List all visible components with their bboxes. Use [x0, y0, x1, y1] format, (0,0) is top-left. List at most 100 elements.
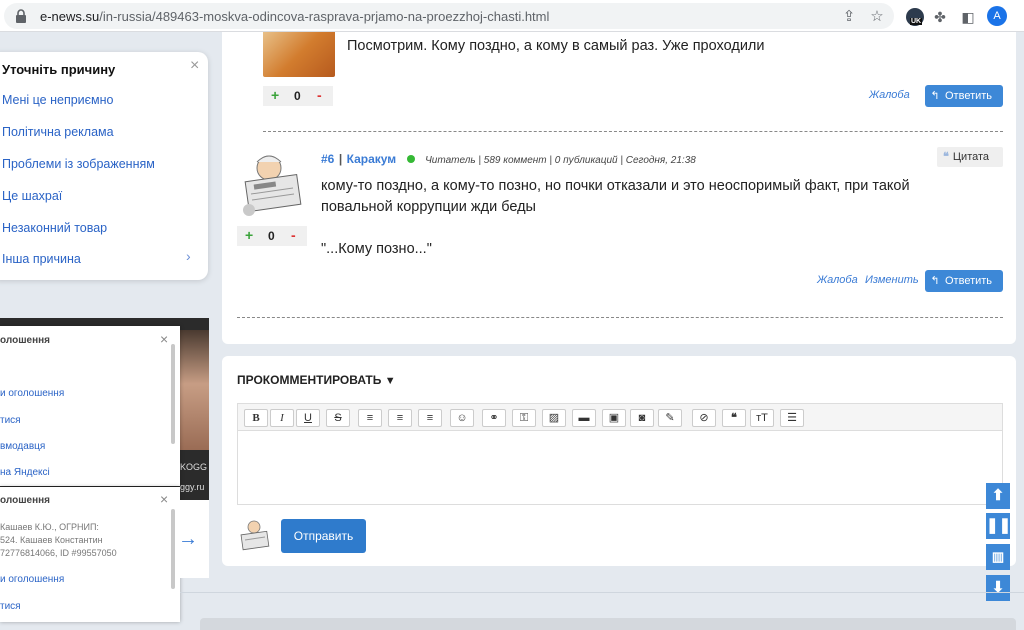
send-button[interactable]: Отправить [281, 519, 366, 553]
ad-legal-line: Кашаев К.Ю., ОГРНИП: [0, 522, 99, 532]
side-panel-icon[interactable]: ◧ [958, 7, 978, 27]
emoji-icon[interactable]: ☺ [450, 409, 474, 427]
extension-badge: UK [910, 18, 923, 25]
profile-avatar[interactable]: A [987, 6, 1007, 26]
share-icon[interactable]: ⇪ [840, 8, 858, 26]
comment-textarea[interactable] [237, 431, 1003, 505]
ad-photo [178, 330, 209, 450]
lock-icon[interactable] [14, 8, 28, 24]
align-left-icon[interactable]: ≡ [358, 409, 382, 427]
user-avatar [237, 148, 307, 218]
close-icon[interactable]: × [160, 491, 168, 507]
reason-scam[interactable]: Це шахраї [2, 189, 62, 203]
reason-political-ad[interactable]: Політична реклама [2, 125, 114, 139]
ad-link[interactable]: на Яндексі [0, 467, 50, 478]
text-size-icon[interactable]: ᴛT [750, 409, 774, 427]
ad-link[interactable]: и оголошення [0, 574, 64, 585]
strikethrough-icon[interactable]: S [326, 409, 350, 427]
online-status-dot [406, 154, 415, 163]
quote-icon: ❝ [943, 150, 949, 163]
quote-icon[interactable]: ❝ [722, 409, 746, 427]
page-divider [180, 592, 1024, 593]
reason-illegal-goods[interactable]: Незаконний товар [2, 221, 107, 235]
brush-icon[interactable]: ✎ [658, 409, 682, 427]
scroll-up-icon[interactable]: ⬆ [986, 483, 1010, 509]
browser-toolbar: e-news.su/in-russia/489463-moskva-odinco… [0, 0, 1024, 32]
complaint-link[interactable]: Жалоба [817, 274, 858, 286]
comment-quote-text: "...Кому позно..." [321, 241, 432, 257]
reply-icon: ↰ [930, 275, 940, 287]
url-path: /in-russia/489463-moskva-odincova-raspra… [99, 9, 550, 24]
ad-link[interactable]: тися [0, 601, 21, 612]
rate-plus-button[interactable]: + [245, 227, 253, 243]
next-section-card [200, 618, 1016, 630]
rating-widget: + 0 - [237, 226, 307, 246]
underline-icon[interactable]: U [296, 409, 320, 427]
reply-button[interactable]: ↰ Ответить [925, 85, 1003, 107]
chevron-down-icon: ▼ [384, 375, 396, 387]
complaint-link[interactable]: Жалоба [869, 89, 910, 101]
ad-legal-line: 72776814066, ID #99557050 [0, 548, 117, 558]
reason-other[interactable]: Інша причина [2, 252, 81, 266]
author-link[interactable]: Каракум [347, 152, 397, 166]
reason-unpleasant[interactable]: Мені це неприємно [2, 93, 114, 107]
comment-text-line: повальной коррупции жди беды [321, 199, 536, 215]
close-icon[interactable]: × [190, 57, 199, 75]
quote-button[interactable]: ❝ Цитата [937, 147, 1003, 167]
rate-minus-button[interactable]: - [291, 227, 296, 243]
author-info: Читатель | 589 коммент | 0 публикаций | … [425, 155, 696, 166]
post-comment-title: ПРОКОММЕНТИРОВАТЬ [237, 373, 382, 387]
arrow-right-icon[interactable]: → [178, 528, 198, 551]
comment-number[interactable]: #6 [321, 152, 334, 166]
rate-minus-button[interactable]: - [317, 87, 322, 103]
align-center-icon[interactable]: ≡ [388, 409, 412, 427]
ad-brand-mark: KOGG [180, 462, 208, 472]
chevron-right-icon[interactable]: › [186, 248, 191, 264]
image-icon[interactable]: ▨ [542, 409, 566, 427]
ad-link[interactable]: тися [0, 415, 21, 426]
reason-image-problems[interactable]: Проблеми із зображенням [2, 157, 155, 171]
quote-label: Цитата [952, 151, 990, 163]
post-comment-toggle[interactable]: ПРОКОММЕНТИРОВАТЬ ▼ [237, 373, 396, 387]
edit-link[interactable]: Изменить [865, 274, 919, 286]
book-icon[interactable]: ▥ [986, 544, 1010, 570]
key-icon[interactable]: ⚿ [512, 409, 536, 427]
italic-icon[interactable]: I [270, 409, 294, 427]
link-icon[interactable]: ⚭ [482, 409, 506, 427]
editor-toolbar: B I U S ≡ ≡ ≡ ☺ ⚭ ⚿ ▨ ▬ ▣ ◙ ✎ ⊘ ❝ ᴛT ☰ [237, 403, 1003, 431]
align-right-icon[interactable]: ≡ [418, 409, 442, 427]
url-host: e-news.su [40, 9, 100, 24]
comment-divider [263, 131, 1003, 132]
hide-icon[interactable]: ⊘ [692, 409, 716, 427]
extensions-puzzle-icon[interactable]: ✤ [930, 7, 950, 27]
scroll-down-icon[interactable]: ⬇ [986, 575, 1010, 601]
meta-separator: | [338, 152, 343, 166]
url-text[interactable]: e-news.su/in-russia/489463-moskva-odinco… [40, 9, 549, 24]
ad-legal-line: 524. Кашаев Константин [0, 535, 103, 545]
bold-icon[interactable]: B [244, 409, 268, 427]
close-icon[interactable]: × [160, 331, 168, 347]
comment-avatar [263, 32, 335, 77]
rating-widget: + 0 - [263, 86, 333, 106]
popup-title: Уточніть причину [2, 62, 116, 77]
ad-panel-title: олошення [0, 335, 50, 346]
address-bar[interactable]: e-news.su/in-russia/489463-moskva-odinco… [4, 3, 894, 29]
reply-button[interactable]: ↰ Ответить [925, 270, 1003, 292]
complaint-reasons-popup: Уточніть причину × Мені це неприємно Пол… [0, 52, 208, 280]
comment-text: Посмотрим. Кому поздно, а кому в самый р… [347, 38, 765, 54]
list-icon[interactable]: ☰ [780, 409, 804, 427]
pause-icon[interactable]: ❚❚ [986, 513, 1011, 539]
ad-link[interactable]: и оголошення [0, 388, 64, 399]
extension-globe-icon[interactable]: UK [906, 8, 924, 26]
video-icon[interactable]: ▣ [602, 409, 626, 427]
folder-icon[interactable]: ▬ [572, 409, 596, 427]
comment-text-line: кому-то поздно, а кому-то позно, но почк… [321, 178, 910, 194]
scrollbar[interactable] [171, 509, 175, 589]
rate-plus-button[interactable]: + [271, 87, 279, 103]
star-bookmark-icon[interactable]: ☆ [868, 8, 886, 26]
ad-link[interactable]: вмодавця [0, 441, 45, 452]
reply-label: Ответить [945, 90, 993, 102]
scrollbar[interactable] [171, 344, 175, 444]
audio-icon[interactable]: ◙ [630, 409, 654, 427]
ad-brand-domain: ggy.ru [180, 482, 205, 492]
